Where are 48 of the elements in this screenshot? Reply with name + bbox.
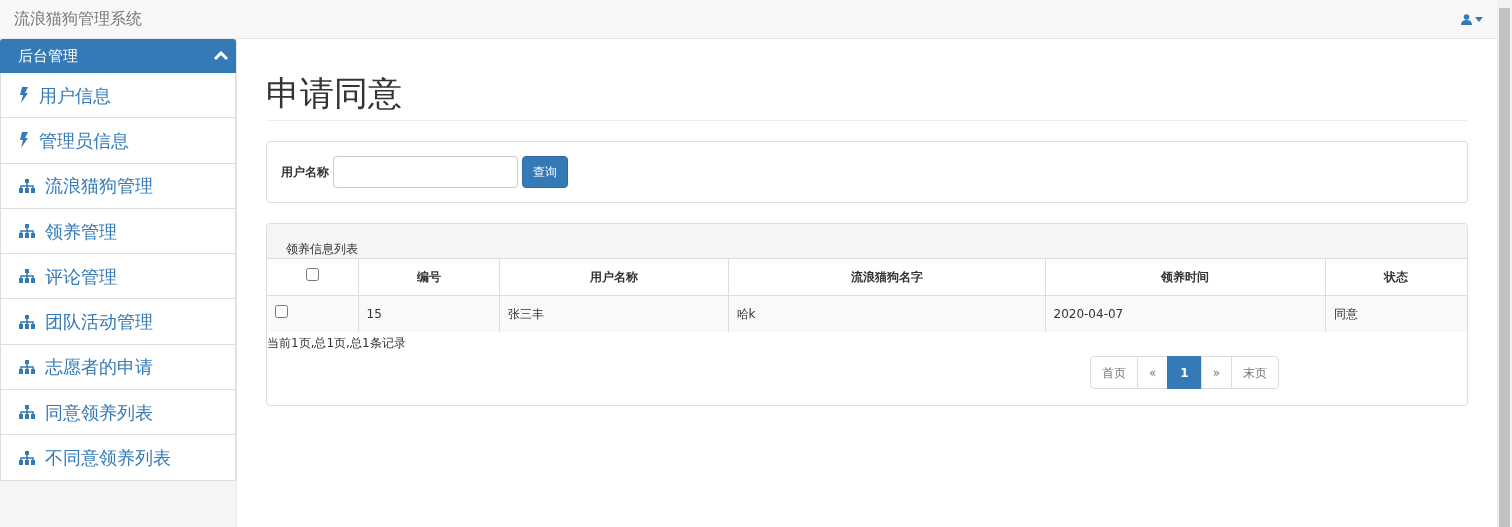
- column-header: 状态: [1325, 258, 1467, 296]
- select-all-checkbox[interactable]: [305, 267, 319, 281]
- page-link[interactable]: 1: [1167, 356, 1202, 390]
- sidebar-item[interactable]: 用户信息: [0, 73, 236, 119]
- column-header: 用户名称: [499, 258, 728, 296]
- sitemap-icon: [19, 450, 35, 465]
- sitemap-icon: [19, 314, 35, 329]
- table-cell: 张三丰: [499, 295, 728, 333]
- sidebar-item[interactable]: 同意领养列表: [0, 390, 236, 436]
- search-button[interactable]: 查询: [522, 155, 568, 188]
- column-header: 领养时间: [1045, 258, 1325, 296]
- field-label: 用户名称: [281, 163, 329, 181]
- sidebar-item[interactable]: 评论管理: [0, 254, 236, 300]
- row-checkbox[interactable]: [275, 305, 288, 319]
- page-title: 申请同意: [266, 73, 1468, 121]
- page-link[interactable]: 首页: [1089, 356, 1138, 390]
- table-cell: 15: [358, 295, 499, 333]
- column-header: 流浪猫狗名字: [728, 258, 1045, 296]
- brand-title[interactable]: 流浪猫狗管理系统: [14, 7, 142, 31]
- user-icon: [1460, 13, 1472, 25]
- panel-title: 领养信息列表: [286, 240, 358, 258]
- bolt-icon: [19, 132, 29, 149]
- caret-icon: [1475, 16, 1483, 22]
- scrollbar-thumb[interactable]: [1499, 8, 1510, 527]
- sidebar-item[interactable]: 管理员信息: [0, 118, 236, 164]
- sidebar-item[interactable]: 流浪猫狗管理: [0, 163, 236, 209]
- sidebar-item[interactable]: 领养管理: [0, 208, 236, 255]
- table-cell: 同意: [1325, 295, 1467, 333]
- sitemap-icon: [19, 405, 35, 420]
- page-link[interactable]: «: [1136, 356, 1169, 390]
- sidebar-item[interactable]: 不同意领养列表: [0, 435, 236, 481]
- chevron-up-icon: [214, 51, 228, 62]
- table-cell: 2020-04-07: [1045, 295, 1325, 333]
- sitemap-icon: [19, 178, 35, 193]
- sitemap-icon: [19, 359, 35, 374]
- sitemap-icon: [19, 224, 35, 239]
- record-summary: 当前1页,总1页,总1条记录: [267, 335, 407, 353]
- sidebar-item[interactable]: 团队活动管理: [0, 299, 236, 345]
- page-link[interactable]: 末页: [1231, 356, 1279, 390]
- bolt-icon: [19, 87, 29, 104]
- sidebar-item[interactable]: 志愿者的申请: [0, 344, 236, 391]
- sidebar-header[interactable]: 后台管理: [0, 39, 236, 73]
- user-menu[interactable]: [1460, 13, 1483, 25]
- table-cell: 哈k: [728, 295, 1045, 333]
- username-field[interactable]: [333, 155, 518, 188]
- page-link[interactable]: »: [1200, 356, 1232, 390]
- column-header: 编号: [358, 258, 499, 296]
- sitemap-icon: [19, 269, 35, 284]
